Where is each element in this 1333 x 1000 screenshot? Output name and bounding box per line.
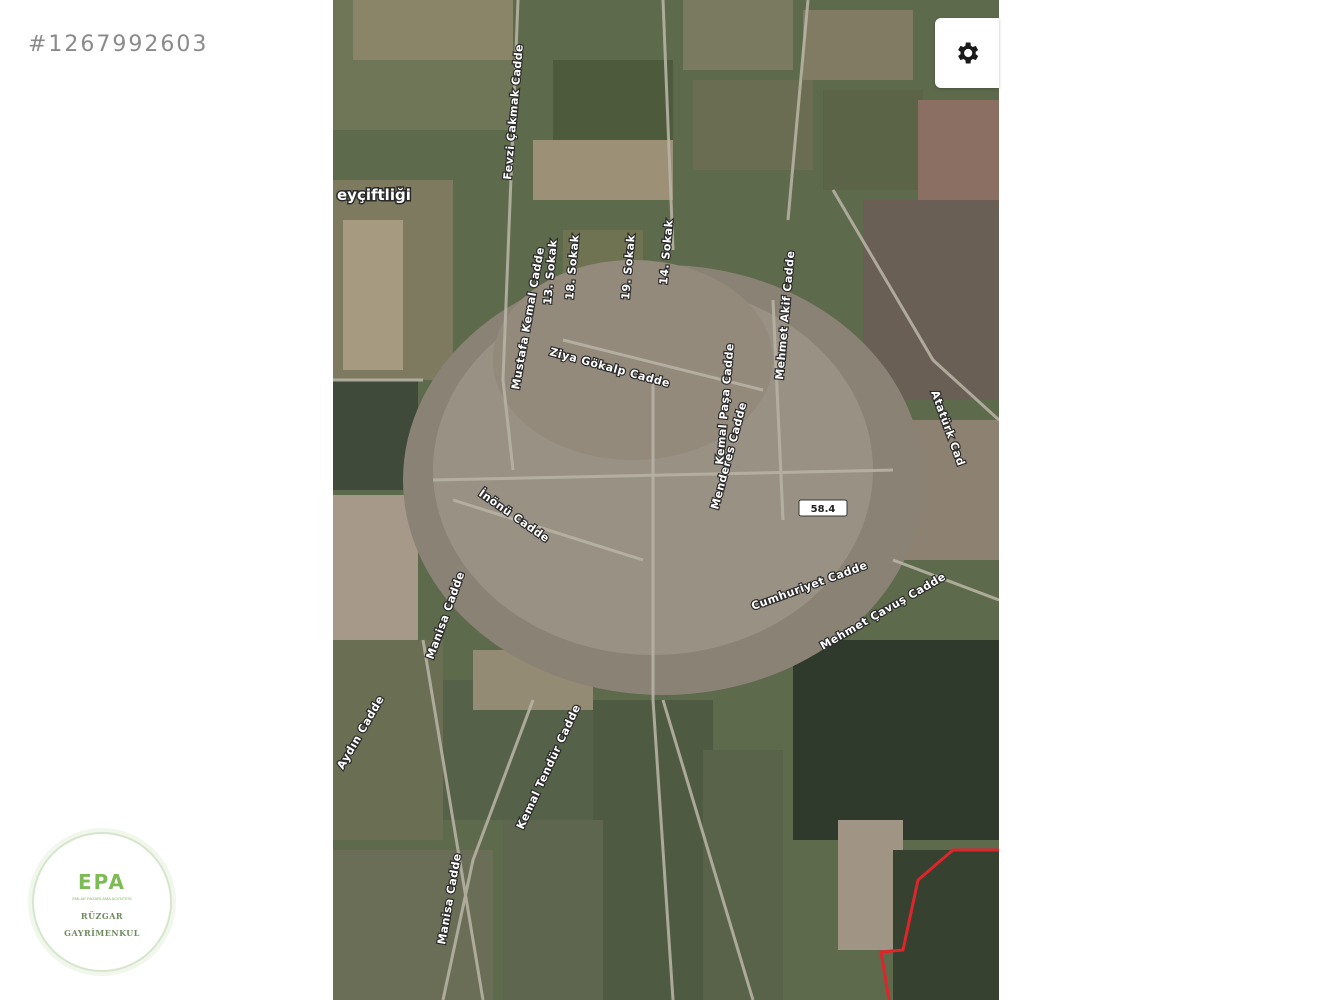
logo-line2: GAYRİMENKUL bbox=[64, 928, 140, 938]
agency-logo: EPA EMLAK PAZARLAMA ACENTESİ RÜZGAR GAYR… bbox=[32, 832, 172, 972]
logo-line1: RÜZGAR bbox=[80, 911, 124, 921]
logo-tagline: EMLAK PAZARLAMA ACENTESİ bbox=[72, 896, 132, 901]
listing-id: #1267992603 bbox=[28, 32, 209, 57]
satellite-map[interactable]: eyçiftliği 58.4 Fevzi Çakmak Cadde 13. S… bbox=[333, 0, 999, 1000]
road-number-badge: 58.4 bbox=[798, 499, 848, 517]
map-settings-button[interactable] bbox=[935, 18, 999, 88]
map-canvas[interactable]: eyçiftliği 58.4 Fevzi Çakmak Cadde 13. S… bbox=[333, 0, 999, 1000]
svg-text:58.4: 58.4 bbox=[811, 504, 836, 515]
logo-mark: EPA bbox=[78, 870, 126, 894]
place-label: eyçiftliği bbox=[337, 186, 411, 204]
gear-icon bbox=[958, 42, 979, 64]
listing-map-page: #1267992603 eyçiftliği 58.4 Fevzi Çakmak… bbox=[0, 0, 1333, 1000]
